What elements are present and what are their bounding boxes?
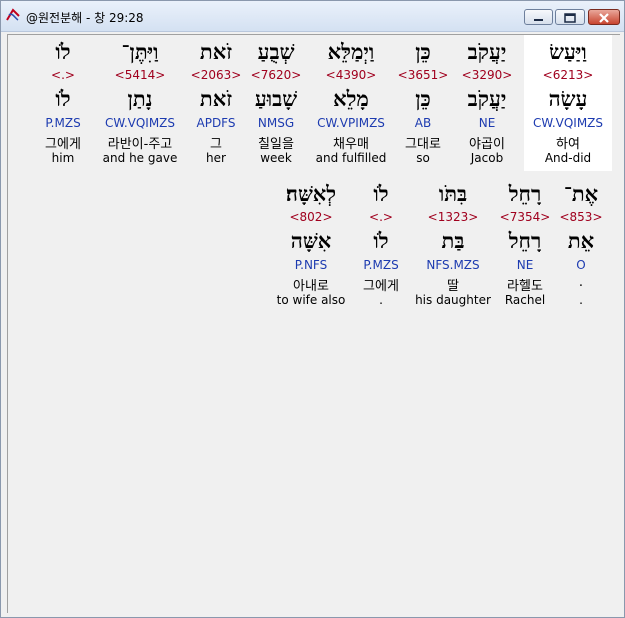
word-lo[interactable]: לֹו <.> לֹו P.MZS 그에게 him	[23, 35, 103, 171]
hebrew-text: אֶת־	[563, 181, 599, 206]
morph-code: P.NFS	[294, 258, 328, 272]
morph-code: CW.VPIMZS	[317, 116, 385, 130]
word-vayemale[interactable]: וַיְמַלֵּא <4390> מָלֵא CW.VPIMZS 채우매 an…	[311, 35, 391, 171]
lemma-text: עָשָׂה	[548, 86, 588, 111]
strong-number[interactable]: <802>	[271, 210, 351, 224]
morph-code: NE	[478, 116, 496, 130]
strong-number[interactable]: <853>	[541, 210, 621, 224]
strong-number[interactable]: <4390>	[311, 68, 391, 82]
word-bito[interactable]: בִּתֹּו <1323> בַּת NFS.MZS 딸 his daught…	[413, 177, 493, 313]
close-button[interactable]	[588, 9, 620, 25]
morph-code: P.MZS	[45, 116, 81, 130]
strong-number[interactable]: <.>	[23, 68, 103, 82]
lemma-text: אֵת	[567, 228, 595, 253]
title-bar[interactable]: @원전분해 - 창 29:28	[1, 1, 624, 32]
lemma-text: נָתַן	[127, 86, 153, 111]
word-shavua[interactable]: שְׁבֻעַ <7620> שָׁבוּעַ NMSG 칠일을 week	[236, 35, 316, 171]
app-window: @원전분해 - 창 29:28 לֹו <.> לֹו P.MZS 그에게 hi…	[0, 0, 625, 618]
lemma-text: שָׁבוּעַ	[254, 86, 298, 111]
hebrew-text: יַעֲקֹב	[467, 39, 507, 64]
hebrew-text: לֹו	[373, 181, 389, 206]
morph-code: P.MZS	[363, 258, 399, 272]
hebrew-text: וַיְמַלֵּא	[327, 39, 375, 64]
korean-gloss: 라반이-주고	[107, 137, 173, 152]
hebrew-text: לֹו	[55, 39, 71, 64]
english-gloss: him	[51, 151, 75, 165]
korean-gloss: 아내로	[293, 279, 329, 294]
english-gloss: week	[260, 151, 292, 165]
english-gloss: Jacob	[470, 151, 504, 165]
lemma-text: לֹו	[55, 86, 71, 111]
morph-code: NMSG	[257, 116, 295, 130]
morph-code: O	[576, 258, 586, 272]
english-gloss: And-did	[544, 151, 592, 165]
maximize-icon	[564, 13, 576, 23]
lemma-text: לֹו	[373, 228, 389, 253]
strong-number[interactable]: <1323>	[413, 210, 493, 224]
korean-gloss: 딸	[447, 279, 459, 294]
korean-gloss: 야곱이	[469, 137, 505, 152]
hebrew-text: בִּתֹּו	[438, 181, 468, 206]
word-vayaas-selected[interactable]: וַיַּעַשׂ <6213> עָשָׂה CW.VQIMZS 하여 And…	[524, 35, 612, 171]
hebrew-text: וַיַּעַשׂ	[549, 39, 587, 64]
minimize-button[interactable]	[524, 9, 553, 25]
maximize-button[interactable]	[555, 9, 585, 25]
lemma-text: בַּת	[441, 228, 465, 253]
lemma-text: יַעֲקֹב	[467, 86, 507, 111]
korean-gloss: 그에게	[363, 279, 399, 294]
morph-code: CW.VQIMZS	[532, 116, 604, 130]
morph-code: NFS.MZS	[426, 258, 480, 272]
word-leisha[interactable]: לְאִשָּׁה׃ <802> אִשָּׁה P.NFS 아내로 to wi…	[271, 177, 351, 313]
close-icon	[599, 13, 609, 23]
word-vayiten[interactable]: וַיִּתֶּן־ <5414> נָתַן CW.VQIMZS 라반이-주고…	[100, 35, 180, 171]
korean-gloss: 채우매	[333, 137, 369, 152]
interlinear-panel[interactable]: לֹו <.> לֹו P.MZS 그에게 him וַיִּתֶּן־ <54…	[7, 34, 620, 613]
strong-number[interactable]: <5414>	[100, 68, 180, 82]
strong-number[interactable]: <7620>	[236, 68, 316, 82]
morph-code: CW.VQIMZS	[104, 116, 176, 130]
lemma-text: אִשָּׁה	[290, 228, 332, 253]
english-gloss: to wife also	[276, 293, 346, 307]
korean-gloss: 칠일을	[258, 137, 294, 152]
korean-gloss: .	[578, 275, 584, 290]
korean-gloss: 그에게	[45, 137, 81, 152]
strong-number[interactable]: <3290>	[447, 68, 527, 82]
hebrew-text: לְאִשָּׁה׃	[285, 181, 337, 206]
word-lo-2[interactable]: לֹו <.> לֹו P.MZS 그에게 .	[341, 177, 421, 313]
word-yaakov[interactable]: יַעֲקֹב <3290> יַעֲקֹב NE 야곱이 Jacob	[447, 35, 527, 171]
word-et[interactable]: אֶת־ <853> אֵת O . .	[541, 177, 621, 313]
strong-number[interactable]: <.>	[341, 210, 421, 224]
lemma-text: מָלֵא	[333, 86, 369, 111]
hebrew-text: שְׁבֻעַ	[257, 39, 295, 64]
korean-gloss: 하여	[556, 137, 580, 152]
hebrew-text: וַיִּתֶּן־	[121, 39, 159, 64]
english-gloss: and he gave	[102, 151, 178, 165]
strong-number[interactable]: <6213>	[524, 68, 612, 82]
window-title: @원전분해 - 창 29:28	[26, 11, 144, 25]
app-swirl-icon	[6, 8, 20, 21]
minimize-icon	[534, 19, 543, 21]
english-gloss: .	[379, 293, 383, 307]
english-gloss: .	[579, 293, 583, 307]
english-gloss: and fulfilled	[315, 151, 387, 165]
english-gloss: his daughter	[415, 293, 491, 307]
